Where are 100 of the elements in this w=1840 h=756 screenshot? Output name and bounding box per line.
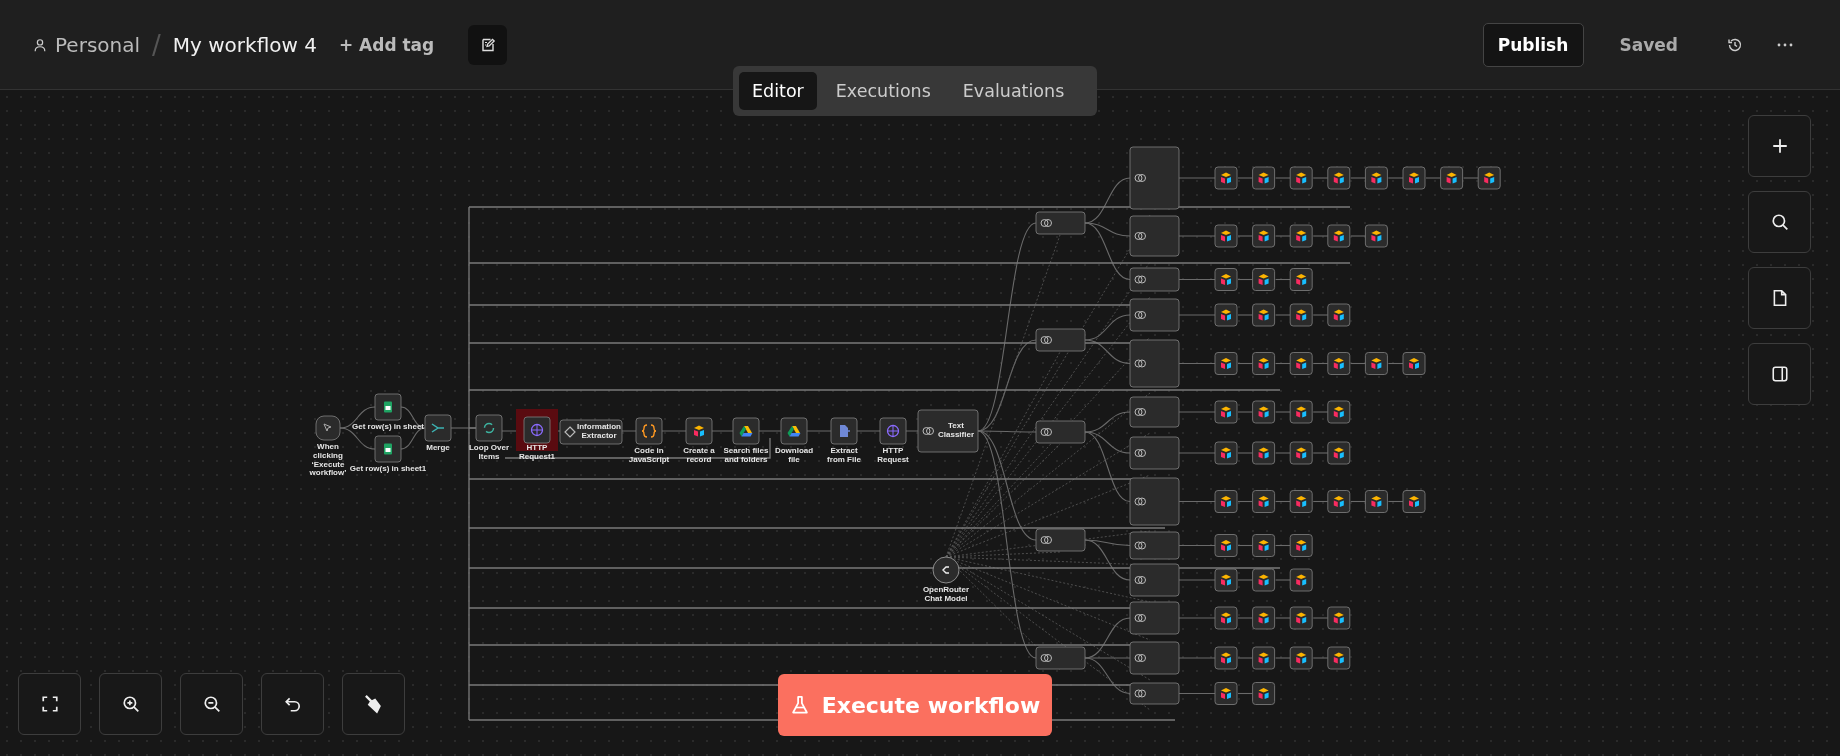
workflow-title[interactable]: My workflow 4 bbox=[172, 32, 317, 57]
tidy-up-button[interactable] bbox=[342, 673, 405, 735]
connector-line bbox=[400, 427, 426, 450]
record-node bbox=[1402, 166, 1426, 190]
record-node bbox=[1327, 606, 1351, 630]
node-label: OpenRouter Chat Model bbox=[921, 586, 971, 604]
record-node bbox=[1214, 682, 1238, 705]
zoom-out-button[interactable] bbox=[180, 673, 243, 735]
record-node bbox=[1252, 303, 1276, 327]
panel-toggle-button[interactable] bbox=[1748, 343, 1811, 405]
record-node bbox=[1214, 224, 1238, 248]
record-node bbox=[1214, 490, 1238, 513]
connector-line bbox=[1178, 411, 1216, 413]
node-label: HTTP Request bbox=[876, 447, 910, 465]
node-label: Search files and folders bbox=[722, 447, 770, 465]
record-node bbox=[1364, 166, 1388, 190]
view-tab[interactable]: Executions bbox=[822, 72, 944, 110]
connector-line bbox=[1425, 177, 1442, 179]
connector-line bbox=[1084, 339, 1131, 365]
connector-line bbox=[1178, 657, 1216, 659]
search-button[interactable] bbox=[1748, 191, 1811, 253]
edit-note-icon bbox=[479, 36, 496, 53]
connector-line bbox=[1275, 235, 1291, 237]
connector-line bbox=[1178, 362, 1216, 365]
plus-icon bbox=[1770, 137, 1789, 155]
connector-line bbox=[1312, 235, 1329, 237]
record-node bbox=[1364, 490, 1388, 513]
record-node bbox=[1327, 303, 1351, 327]
record-node bbox=[1289, 606, 1313, 630]
node-label: Text Classifier bbox=[937, 422, 975, 440]
record-node bbox=[1252, 682, 1276, 705]
classifier-node bbox=[1035, 211, 1086, 235]
node-label: Merge bbox=[425, 444, 451, 453]
view-tab[interactable]: Editor bbox=[739, 72, 817, 110]
connector-line bbox=[1237, 657, 1254, 659]
sticky-note-button[interactable] bbox=[1748, 267, 1811, 329]
record-node bbox=[1289, 224, 1313, 248]
connector-line bbox=[1178, 692, 1216, 695]
connector-line bbox=[1178, 500, 1216, 503]
classifier-node bbox=[1129, 298, 1180, 332]
node-label: Download file bbox=[773, 447, 815, 465]
connector-line bbox=[1275, 411, 1291, 413]
classifier-node bbox=[1035, 528, 1086, 552]
connector-line bbox=[1312, 177, 1329, 179]
record-node bbox=[1252, 606, 1276, 630]
connector-line bbox=[1178, 177, 1216, 179]
save-status: Saved bbox=[1619, 34, 1678, 55]
connector-line bbox=[1312, 314, 1329, 316]
undo-icon bbox=[283, 695, 302, 713]
more-icon[interactable] bbox=[1777, 42, 1793, 47]
add-node-button[interactable] bbox=[1748, 115, 1811, 177]
node-label: Code in JavaScript bbox=[627, 447, 671, 465]
connector-line bbox=[1237, 411, 1254, 413]
record-node bbox=[1327, 490, 1351, 513]
record-node bbox=[1252, 568, 1276, 592]
record-node bbox=[1252, 166, 1276, 190]
connector-line bbox=[1178, 617, 1216, 619]
classifier-node bbox=[1129, 682, 1180, 705]
record-node bbox=[1214, 166, 1238, 190]
connector-line bbox=[1463, 177, 1479, 179]
record-node bbox=[1327, 166, 1351, 190]
record-node bbox=[1252, 646, 1276, 670]
record-node bbox=[1214, 303, 1238, 327]
classifier-node bbox=[1129, 339, 1180, 388]
connector-line bbox=[1237, 177, 1254, 179]
connector-line bbox=[1237, 314, 1254, 316]
view-tab[interactable]: Evaluations bbox=[949, 72, 1078, 110]
add-tag-button[interactable]: + Add tag bbox=[332, 30, 441, 59]
record-node bbox=[1289, 352, 1313, 375]
project-link[interactable]: Personal bbox=[55, 32, 141, 57]
connector-line bbox=[1387, 177, 1404, 179]
record-node bbox=[1252, 400, 1276, 424]
record-node bbox=[1289, 166, 1313, 190]
breadcrumb-separator: / bbox=[152, 29, 161, 60]
record-node bbox=[1214, 400, 1238, 424]
notes-button[interactable] bbox=[468, 24, 508, 65]
classifier-node bbox=[1035, 646, 1086, 670]
classifier-node bbox=[1129, 436, 1180, 470]
node-label: When clicking ‘Execute workflow’ bbox=[308, 443, 348, 479]
zoom-in-button[interactable] bbox=[99, 673, 162, 735]
record-node bbox=[1214, 268, 1238, 291]
record-node bbox=[1327, 646, 1351, 670]
connector-line bbox=[1178, 278, 1216, 281]
connector-line bbox=[1275, 452, 1291, 454]
record-node bbox=[1252, 534, 1276, 557]
publish-button[interactable]: Publish bbox=[1482, 22, 1584, 67]
zoom-in-icon bbox=[121, 695, 140, 713]
user-icon bbox=[33, 37, 47, 52]
record-node bbox=[1214, 646, 1238, 670]
record-node bbox=[1289, 568, 1313, 592]
connector-line bbox=[1237, 452, 1254, 454]
record-node bbox=[1289, 268, 1313, 291]
record-node bbox=[1252, 224, 1276, 248]
record-node bbox=[1289, 441, 1313, 465]
classifier-node bbox=[1129, 601, 1180, 635]
record-node bbox=[1402, 490, 1426, 513]
node-label: Extract from File bbox=[826, 447, 862, 465]
connector-line bbox=[1275, 657, 1291, 659]
history-icon[interactable] bbox=[1727, 36, 1743, 53]
record-node bbox=[1327, 441, 1351, 465]
